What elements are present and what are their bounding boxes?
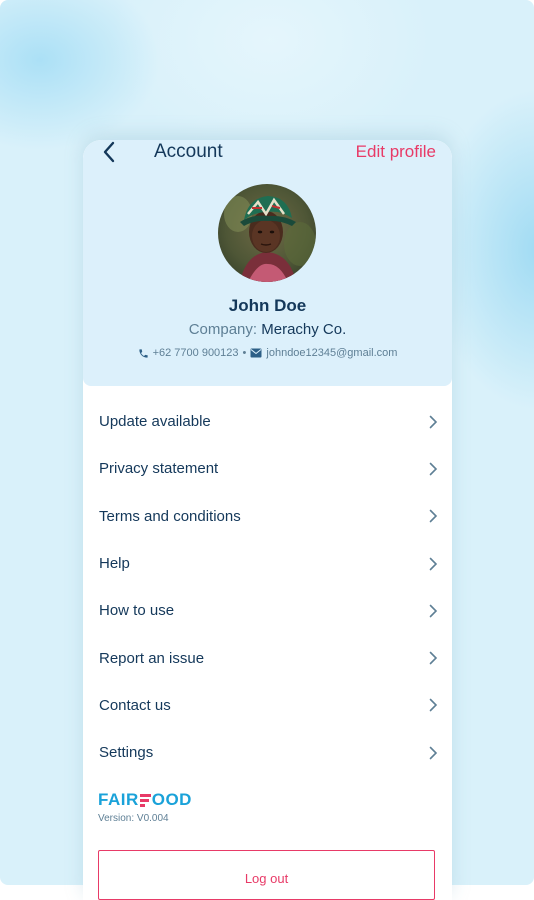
- menu-item-label: Update available: [99, 413, 211, 431]
- chevron-right-icon: [429, 462, 438, 476]
- logout-button[interactable]: Log out: [98, 850, 435, 900]
- mail-icon: [250, 348, 262, 358]
- chevron-right-icon: [429, 415, 438, 428]
- menu-item-report-an-issue[interactable]: Report an issue: [83, 634, 452, 681]
- menu-item-label: Help: [99, 555, 130, 573]
- menu-item-help[interactable]: Help: [83, 540, 452, 587]
- chevron-right-icon: [429, 651, 438, 665]
- phone-icon: [138, 348, 148, 358]
- chevron-right-icon: [429, 557, 438, 570]
- edit-profile-link[interactable]: Edit profile: [356, 142, 436, 162]
- chevron-left-icon: [103, 141, 115, 163]
- company-name: Merachy Co.: [261, 321, 347, 338]
- chevron-right-icon: [429, 604, 438, 618]
- menu-item-label: Contact us: [99, 696, 171, 714]
- company-label: Company:: [188, 321, 258, 338]
- menu-item-label: Terms and conditions: [99, 507, 241, 525]
- profile-header: Account Edit profile John Doe Company: M…: [83, 140, 452, 386]
- phone-number: +62 7700 900123: [152, 347, 239, 359]
- company-line: Company: Merachy Co.: [83, 321, 452, 338]
- version-text: Version: V0.004: [98, 813, 169, 824]
- menu-item-update-available[interactable]: Update available: [83, 398, 452, 445]
- fairfood-logo: FAIR OOD: [98, 790, 192, 810]
- menu-list: Update available Privacy statement Terms…: [83, 398, 452, 776]
- contact-line: +62 7700 900123 • johndoe12345@gmail.com: [83, 347, 452, 359]
- logo-text-right: OOD: [151, 790, 192, 809]
- logo-f-mark: [139, 793, 151, 807]
- menu-item-label: Privacy statement: [99, 460, 219, 478]
- menu-item-label: Report an issue: [99, 649, 205, 667]
- logo-text-left: FAIR: [98, 790, 139, 809]
- chevron-right-icon: [429, 746, 438, 760]
- page-title: Account: [154, 141, 223, 162]
- menu-item-terms-and-conditions[interactable]: Terms and conditions: [83, 493, 452, 540]
- menu-item-label: Settings: [99, 744, 154, 762]
- avatar[interactable]: [218, 184, 316, 282]
- back-button[interactable]: [97, 140, 121, 164]
- chevron-right-icon: [429, 699, 438, 712]
- brand-block: FAIR OOD Version: V0.004: [98, 790, 192, 824]
- menu-item-privacy-statement[interactable]: Privacy statement: [83, 445, 452, 492]
- menu-item-settings[interactable]: Settings: [83, 729, 452, 776]
- menu-item-how-to-use[interactable]: How to use: [83, 587, 452, 634]
- chevron-right-icon: [429, 509, 438, 523]
- profile-name: John Doe: [228, 296, 307, 315]
- menu-item-contact-us[interactable]: Contact us: [83, 682, 452, 729]
- email-address: johndoe12345@gmail.com: [266, 347, 398, 359]
- menu-item-label: How to use: [99, 602, 175, 620]
- account-screen: Account Edit profile John Doe Company: M…: [83, 140, 452, 900]
- separator-dot: •: [242, 347, 247, 359]
